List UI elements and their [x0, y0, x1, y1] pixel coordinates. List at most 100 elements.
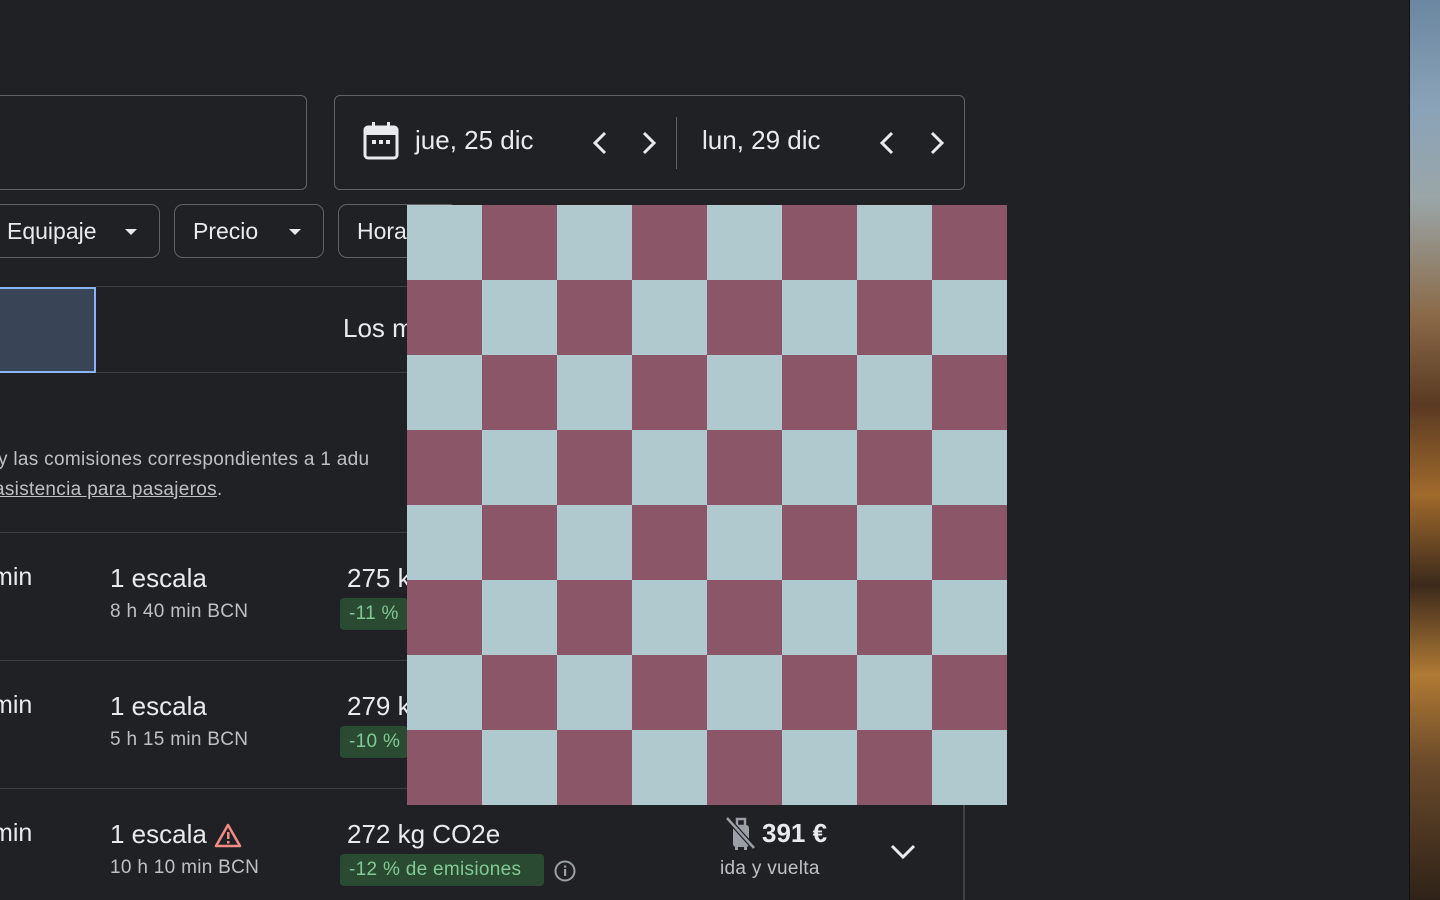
checker-square [782, 505, 857, 580]
checker-square [407, 730, 482, 805]
checker-square [932, 730, 1007, 805]
return-date[interactable]: lun, 29 dic [702, 125, 821, 156]
checker-square [782, 730, 857, 805]
checker-square [782, 355, 857, 430]
checker-square [932, 430, 1007, 505]
checker-square [557, 205, 632, 280]
checker-square [407, 655, 482, 730]
departure-prev-day-button[interactable] [585, 128, 615, 158]
checker-square [707, 205, 782, 280]
checker-square [407, 505, 482, 580]
chevron-left-icon [592, 131, 607, 155]
checkerboard-overlay [407, 205, 1007, 805]
checker-square [632, 280, 707, 355]
row-divider [0, 532, 410, 533]
flight-co2: 275 k [347, 563, 407, 593]
chevron-left-icon [879, 131, 894, 155]
departure-next-day-button[interactable] [634, 128, 664, 158]
checker-square [557, 280, 632, 355]
checker-square [932, 580, 1007, 655]
caret-down-icon [125, 229, 137, 235]
tab-best[interactable]: Los m [343, 313, 407, 344]
checker-square [482, 280, 557, 355]
checker-square [857, 580, 932, 655]
price-type: ida y vuelta [720, 858, 820, 879]
checker-square [482, 205, 557, 280]
filter-chip-price[interactable]: Precio [174, 204, 324, 258]
chip-label: Hora [357, 217, 407, 244]
checker-square [482, 580, 557, 655]
checker-square [407, 355, 482, 430]
desktop-wallpaper [1410, 0, 1440, 900]
flight-stops: 1 escala [110, 819, 207, 849]
flight-layover: 10 h 10 min BCN [110, 857, 260, 878]
checker-square [782, 655, 857, 730]
emissions-badge: -11 % [340, 598, 408, 630]
filter-chip-baggage[interactable]: Equipaje [0, 204, 160, 258]
checker-square [932, 655, 1007, 730]
chip-label: Equipaje [7, 217, 97, 244]
checker-square [632, 430, 707, 505]
flight-layover: 8 h 40 min BCN [110, 601, 249, 622]
date-divider [676, 117, 677, 169]
checker-square [632, 355, 707, 430]
flight-price: 391 € [762, 818, 828, 848]
emissions-badge: -12 % de emisiones [340, 854, 544, 886]
period: . [216, 479, 223, 500]
checker-square [857, 505, 932, 580]
tab-selected[interactable] [0, 287, 96, 373]
row-divider [0, 788, 410, 789]
passenger-assistance-link[interactable]: asistencia para pasajeros [0, 479, 217, 500]
emissions-badge: -10 % [340, 726, 408, 758]
checker-square [557, 580, 632, 655]
checker-square [782, 430, 857, 505]
checker-square [707, 280, 782, 355]
checker-square [407, 580, 482, 655]
checker-square [557, 730, 632, 805]
checker-square [407, 430, 482, 505]
checker-square [407, 280, 482, 355]
checker-square [782, 580, 857, 655]
checker-square [407, 205, 482, 280]
checker-square [557, 505, 632, 580]
checker-square [557, 355, 632, 430]
checker-square [482, 430, 557, 505]
checker-square [857, 280, 932, 355]
checker-square [707, 580, 782, 655]
warning-icon [214, 822, 242, 853]
row-divider [0, 660, 410, 661]
checker-square [632, 655, 707, 730]
flight-duration: min [0, 819, 33, 847]
return-prev-day-button[interactable] [872, 128, 902, 158]
checker-square [857, 355, 932, 430]
chevron-right-icon [930, 131, 945, 155]
fees-notice-line2: asistencia para pasajeros. [0, 479, 223, 501]
chip-label: Precio [193, 217, 259, 244]
flight-layover: 5 h 15 min BCN [110, 729, 249, 750]
departure-date[interactable]: jue, 25 dic [415, 125, 534, 156]
checker-square [932, 505, 1007, 580]
checker-square [707, 730, 782, 805]
calendar-icon [362, 121, 400, 161]
checker-square [782, 280, 857, 355]
checker-square [857, 655, 932, 730]
results-right-border [963, 804, 965, 900]
checker-square [707, 655, 782, 730]
info-icon[interactable] [553, 859, 577, 888]
fees-notice-text: y las comisiones correspondientes a 1 ad… [0, 449, 370, 470]
destination-field[interactable] [0, 95, 307, 190]
checker-square [482, 355, 557, 430]
flight-co2: 279 k [347, 691, 407, 721]
flight-stops: 1 escala [110, 691, 207, 721]
return-next-day-button[interactable] [922, 128, 952, 158]
chevron-right-icon [642, 131, 657, 155]
caret-down-icon [289, 229, 301, 235]
checker-square [482, 730, 557, 805]
checker-square [932, 280, 1007, 355]
tab-top-divider [96, 286, 408, 287]
expand-chevron-icon[interactable] [888, 838, 918, 869]
checker-square [857, 730, 932, 805]
checker-square [707, 505, 782, 580]
flight-stops: 1 escala [110, 563, 207, 593]
checker-square [632, 580, 707, 655]
